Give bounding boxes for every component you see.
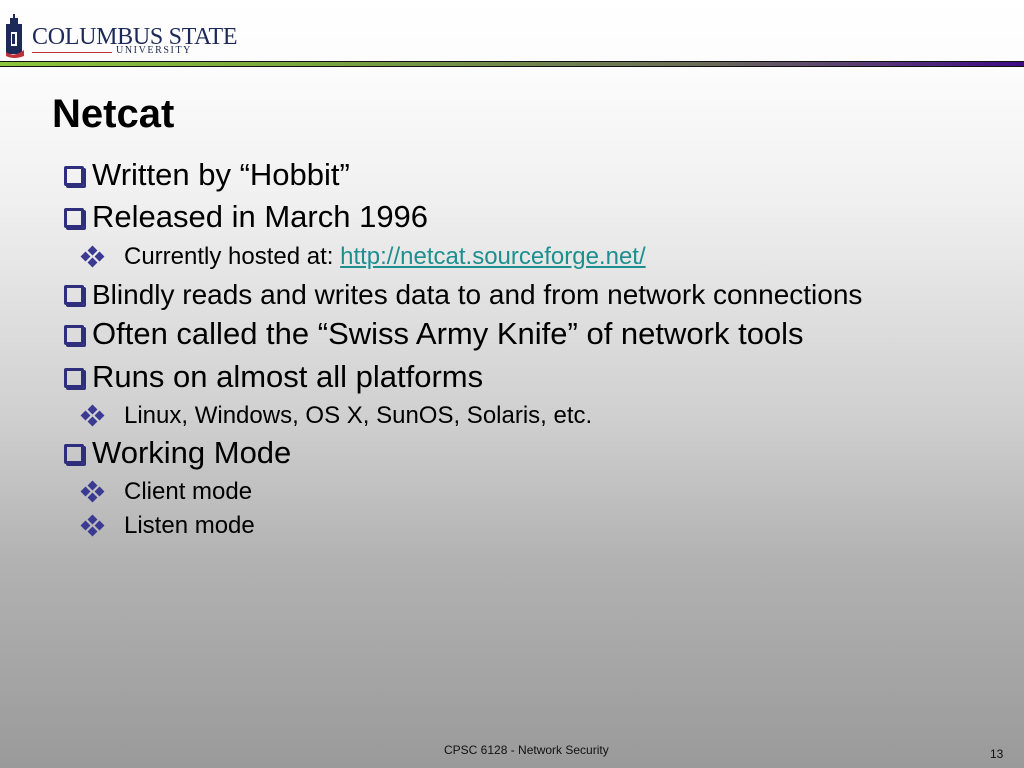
logo-sub-text: UNIVERSITY: [116, 45, 192, 56]
slide-title: Netcat: [52, 92, 175, 136]
bullet-item: Written by “Hobbit”: [64, 157, 350, 193]
bullet-text: Written by “Hobbit”: [92, 157, 350, 192]
bullet-text: Released in March 1996: [92, 199, 429, 234]
checkbox-square-icon: [64, 368, 84, 388]
checkbox-square-icon: [64, 208, 84, 228]
bullet-text: Client mode: [124, 478, 253, 505]
bullet-item: Released in March 1996: [64, 199, 428, 235]
checkbox-square-icon: [64, 166, 84, 186]
sub-bullet-item: Currently hosted at: http://netcat.sourc…: [80, 243, 646, 271]
bullet-text: Often called the “Swiss Army Knife” of n…: [92, 316, 804, 351]
bullet-item: Often called the “Swiss Army Knife” of n…: [64, 316, 804, 352]
checkbox-square-icon: [64, 444, 84, 464]
bullet-text: Working Mode: [92, 435, 292, 470]
sub-bullet-item: Listen mode: [80, 512, 255, 540]
tower-logo-icon: [6, 14, 24, 58]
bullet-text: Listen mode: [124, 512, 255, 539]
diamond-bullet-icon: [80, 480, 105, 503]
sub-bullet-item: Client mode: [80, 478, 253, 506]
bullet-text: Currently hosted at:: [124, 243, 341, 270]
diamond-bullet-icon: [80, 514, 105, 537]
bullet-text: Runs on almost all platforms: [92, 359, 484, 394]
bullet-item: Blindly reads and writes data to and fro…: [64, 279, 862, 311]
bullet-item: Runs on almost all platforms: [64, 359, 483, 395]
sub-bullet-item: Linux, Windows, OS X, SunOS, Solaris, et…: [80, 402, 593, 430]
header-gradient-bar: [0, 61, 1024, 67]
university-logo: COLUMBUS STATE UNIVERSITY: [4, 14, 238, 60]
bullet-item: Working Mode: [64, 435, 291, 471]
diamond-bullet-icon: [80, 404, 105, 427]
checkbox-square-icon: [64, 325, 84, 345]
checkbox-square-icon: [64, 285, 84, 305]
diamond-bullet-icon: [80, 245, 105, 268]
bullet-text: Linux, Windows, OS X, SunOS, Solaris, et…: [124, 402, 593, 429]
netcat-url-link[interactable]: http://netcat.sourceforge.net/: [340, 243, 646, 270]
logo-rule: [32, 52, 112, 53]
slide-page-number: 13: [990, 747, 1004, 761]
footer-course-label: CPSC 6128 - Network Security: [444, 743, 609, 757]
bullet-text: Blindly reads and writes data to and fro…: [92, 279, 863, 310]
